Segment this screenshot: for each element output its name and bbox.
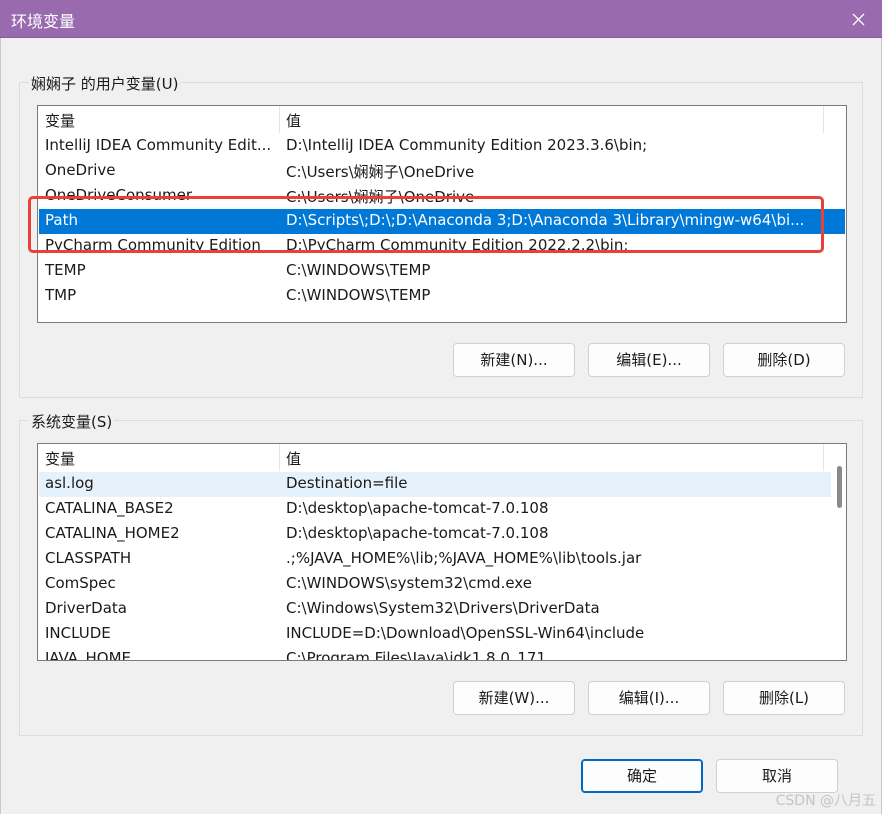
table-row[interactable]: CATALINA_HOME2 D:\desktop\apache-tomcat-7… [39, 522, 831, 547]
table-row[interactable]: DriverData C:\Windows\System32\Drivers\Dr… [39, 597, 831, 622]
variable-name: DriverData [45, 599, 127, 617]
table-row[interactable]: OneDrive C:\Users\娴娴子\OneDrive [39, 159, 845, 184]
variable-value: D:\Scripts\;D:\;D:\Anaconda 3;D:\Anacond… [286, 211, 805, 229]
column-header-value[interactable]: 值 [286, 110, 301, 131]
user-variables-label: 娴娴子 的用户变量(U) [29, 73, 181, 94]
table-row[interactable]: Path D:\Scripts\;D:\;D:\Anaconda 3;D:\Ana… [39, 209, 845, 234]
variable-value: D:\IntelliJ IDEA Community Edition 2023.… [286, 136, 648, 154]
list-header: 变量 值 [38, 444, 846, 471]
ok-button[interactable]: 确定 [581, 759, 703, 793]
user-variables-list[interactable]: 变量 值 IntelliJ IDEA Community Edit... D:\I… [37, 105, 847, 323]
variable-name: asl.log [45, 474, 94, 492]
variable-value: C:\Users\娴娴子\OneDrive [286, 163, 475, 181]
title-bar[interactable]: 环境变量 [0, 0, 882, 38]
table-row[interactable]: IntelliJ IDEA Community Edit... D:\Intell… [39, 134, 845, 159]
variable-name: CATALINA_HOME2 [45, 524, 180, 542]
variable-name: Path [45, 211, 78, 229]
system-variables-label: 系统变量(S) [29, 411, 115, 432]
system-new-button[interactable]: 新建(W)... [453, 681, 575, 715]
variable-name: CATALINA_BASE2 [45, 499, 174, 517]
variable-name: IntelliJ IDEA Community Edit... [45, 136, 272, 154]
table-row[interactable]: CLASSPATH .;%JAVA_HOME%\lib;%JAVA_HOME%\l… [39, 547, 831, 572]
table-row[interactable]: ComSpec C:\WINDOWS\system32\cmd.exe [39, 572, 831, 597]
variable-value: C:\WINDOWS\TEMP [286, 286, 431, 304]
user-delete-button[interactable]: 删除(D) [723, 343, 845, 377]
variable-value: C:\Users\娴娴子\OneDrive [286, 188, 475, 206]
variable-value: C:\WINDOWS\TEMP [286, 261, 431, 279]
user-new-button[interactable]: 新建(N)... [453, 343, 575, 377]
variable-name: ComSpec [45, 574, 116, 592]
table-row[interactable]: TMP C:\WINDOWS\TEMP [39, 284, 845, 309]
variable-name: OneDriveConsumer [45, 186, 193, 204]
cancel-button[interactable]: 取消 [716, 759, 838, 793]
user-edit-button[interactable]: 编辑(E)... [588, 343, 710, 377]
variable-name: OneDrive [45, 161, 116, 179]
variable-name: PyCharm Community Edition [45, 236, 261, 254]
table-row[interactable]: PyCharm Community Edition D:\PyCharm Comm… [39, 234, 845, 259]
close-button[interactable] [836, 0, 882, 38]
variable-name: JAVA_HOME [45, 649, 132, 661]
variable-value: Destination=file [286, 474, 408, 492]
dialog-body: 娴娴子 的用户变量(U) 变量 值 IntelliJ IDEA Communit… [0, 38, 882, 814]
variable-value: D:\desktop\apache-tomcat-7.0.108 [286, 499, 549, 517]
table-row[interactable]: OneDriveConsumer C:\Users\娴娴子\OneDrive [39, 184, 845, 209]
table-row[interactable]: JAVA_HOME C:\Program Files\Java\jdk1.8.0_… [39, 647, 831, 661]
close-icon [852, 13, 865, 26]
table-row[interactable]: INCLUDE INCLUDE=D:\Download\OpenSSL-Win64… [39, 622, 831, 647]
variable-name: TMP [45, 286, 77, 304]
window-title: 环境变量 [11, 12, 76, 31]
variable-value: C:\WINDOWS\system32\cmd.exe [286, 574, 532, 592]
column-header-variable[interactable]: 变量 [45, 110, 75, 131]
variable-name: TEMP [45, 261, 86, 279]
system-edit-button[interactable]: 编辑(I)... [588, 681, 710, 715]
table-row[interactable]: CATALINA_BASE2 D:\desktop\apache-tomcat-7… [39, 497, 831, 522]
variable-value: .;%JAVA_HOME%\lib;%JAVA_HOME%\lib\tools.… [286, 549, 642, 567]
vertical-scrollbar[interactable] [832, 444, 846, 660]
variable-value: C:\Program Files\Java\jdk1.8.0_171 [286, 649, 547, 661]
table-row[interactable]: TEMP C:\WINDOWS\TEMP [39, 259, 845, 284]
system-variables-list[interactable]: 变量 值 asl.log Destination=file CATALINA_BAS… [37, 443, 847, 661]
list-header: 变量 值 [38, 106, 846, 133]
variable-name: CLASSPATH [45, 549, 132, 567]
table-row[interactable]: asl.log Destination=file [39, 472, 831, 497]
system-delete-button[interactable]: 删除(L) [723, 681, 845, 715]
column-header-variable[interactable]: 变量 [45, 448, 75, 469]
column-header-value[interactable]: 值 [286, 448, 301, 469]
variable-value: INCLUDE=D:\Download\OpenSSL-Win64\includ… [286, 624, 645, 642]
variable-name: INCLUDE [45, 624, 111, 642]
watermark: CSDN @八月五 [775, 793, 876, 809]
variable-value: D:\desktop\apache-tomcat-7.0.108 [286, 524, 549, 542]
scrollbar-thumb[interactable] [837, 466, 842, 508]
variable-value: C:\Windows\System32\Drivers\DriverData [286, 599, 600, 617]
variable-value: D:\PyCharm Community Edition 2022.2.2\bi… [286, 236, 629, 254]
